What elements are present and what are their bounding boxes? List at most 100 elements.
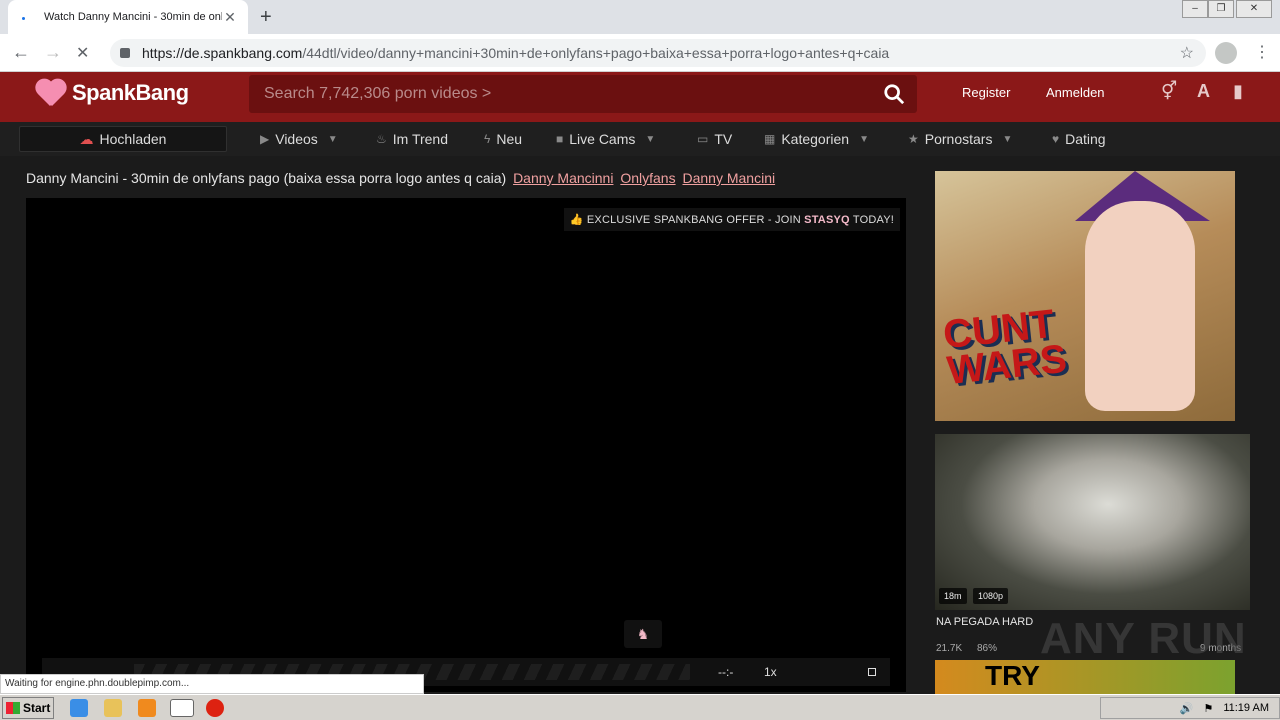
thumbs-up-icon: 👍 bbox=[569, 214, 584, 226]
nav-label: TV bbox=[714, 131, 733, 147]
forward-icon[interactable]: → bbox=[44, 42, 62, 63]
site-logo[interactable]: SpankBang bbox=[34, 78, 189, 108]
fullscreen-icon[interactable] bbox=[868, 668, 876, 676]
new-tab-button[interactable]: + bbox=[260, 6, 272, 29]
windows-logo-icon bbox=[6, 702, 20, 714]
start-button[interactable]: Start bbox=[2, 697, 54, 719]
bolt-icon: ϟ bbox=[484, 132, 491, 146]
ad-text: CUNT WARS bbox=[941, 302, 1069, 393]
quality-badge: 1080p bbox=[973, 588, 1009, 604]
chevron-down-icon: ▼ bbox=[1002, 133, 1013, 145]
playback-speed-button[interactable]: 1x bbox=[764, 665, 777, 679]
nav-label: Dating bbox=[1065, 131, 1106, 147]
tv-icon: ▭ bbox=[697, 132, 709, 146]
next-ad-banner[interactable]: TRY bbox=[935, 660, 1235, 694]
heart-logo-icon bbox=[34, 78, 68, 108]
lock-icon bbox=[120, 48, 130, 58]
nav-live-cams[interactable]: ■ Live Cams ▼ bbox=[556, 131, 655, 147]
minimize-button[interactable]: – bbox=[1182, 0, 1208, 18]
upload-button[interactable]: ☁ Hochladen bbox=[19, 126, 227, 152]
status-bar: Waiting for engine.phn.doublepimp.com... bbox=[0, 674, 424, 694]
chevron-down-icon: ▼ bbox=[645, 133, 656, 145]
offer-brand: STASYQ bbox=[804, 214, 850, 226]
thumbnail-views: 21.7K bbox=[936, 643, 963, 654]
system-tray: 🔊 ⚑ 11:19 AM bbox=[1100, 697, 1280, 719]
nav-label: Pornostars bbox=[924, 131, 993, 147]
main-nav: ☁ Hochladen ▶ Videos ▼ ♨ Im Trend ϟ Neu … bbox=[0, 122, 1280, 156]
media-player-icon[interactable] bbox=[138, 699, 156, 717]
nav-videos[interactable]: ▶ Videos ▼ bbox=[260, 131, 338, 147]
nav-pornstars[interactable]: ★ Pornostars ▼ bbox=[908, 131, 1012, 147]
sidebar-ad-banner[interactable]: CUNT WARS bbox=[935, 171, 1235, 421]
thumbnail-title[interactable]: NA PEGADA HARD bbox=[936, 616, 1033, 628]
nav-dating[interactable]: ♥ Dating bbox=[1052, 131, 1106, 147]
star-icon: ★ bbox=[908, 132, 919, 146]
exclusive-offer-banner[interactable]: 👍 EXCLUSIVE SPANKBANG OFFER - JOIN STASY… bbox=[563, 208, 900, 231]
nav-new[interactable]: ϟ Neu bbox=[484, 131, 522, 147]
tag-link[interactable]: Danny Mancinni bbox=[513, 170, 613, 186]
url-host: https://de.spankbang.com bbox=[142, 45, 303, 61]
nav-label: Im Trend bbox=[392, 131, 449, 147]
grid-icon: ▦ bbox=[764, 132, 776, 146]
browser-tab[interactable]: Watch Danny Mancini - 30min de onl ✕ bbox=[8, 0, 248, 34]
mobile-icon[interactable]: ▮ bbox=[1233, 81, 1243, 102]
offer-suffix: TODAY! bbox=[852, 214, 894, 226]
opera-icon[interactable] bbox=[206, 699, 224, 717]
site-header: SpankBang Search 7,742,306 porn videos >… bbox=[0, 72, 1280, 122]
language-icon[interactable]: A bbox=[1197, 81, 1210, 102]
player-logo-icon: ♞ bbox=[624, 620, 662, 648]
video-player[interactable]: 👍 EXCLUSIVE SPANKBANG OFFER - JOIN STASY… bbox=[26, 198, 906, 692]
ie-icon[interactable] bbox=[70, 699, 88, 717]
browser-menu-icon[interactable]: ⋮ bbox=[1254, 42, 1270, 62]
tag-link[interactable]: Danny Mancini bbox=[682, 170, 775, 186]
heart-icon: ♥ bbox=[1052, 132, 1060, 146]
nav-categories[interactable]: ▦ Kategorien ▼ bbox=[764, 131, 869, 147]
nav-label: Live Cams bbox=[569, 131, 636, 147]
login-link[interactable]: Anmelden bbox=[1046, 85, 1105, 100]
search-placeholder: Search 7,742,306 porn videos > bbox=[264, 85, 492, 102]
cloud-upload-icon: ☁ bbox=[79, 130, 94, 147]
stop-loading-icon[interactable]: ✕ bbox=[76, 43, 89, 63]
upload-label: Hochladen bbox=[99, 131, 167, 147]
search-input[interactable]: Search 7,742,306 porn videos > bbox=[249, 75, 917, 113]
time-display: --:- bbox=[718, 665, 734, 679]
close-window-button[interactable]: ✕ bbox=[1236, 0, 1272, 18]
address-bar[interactable]: https://de.spankbang.com/44dtl/video/dan… bbox=[110, 39, 1206, 67]
bookmark-star-icon[interactable]: ☆ bbox=[1180, 43, 1194, 63]
tag-link[interactable]: Onlyfans bbox=[620, 170, 675, 186]
orientation-icon[interactable]: ⚥ bbox=[1161, 81, 1177, 102]
url-path: /44dtl/video/danny+mancini+30min+de+only… bbox=[302, 45, 890, 61]
windows-taskbar: Start 🔊 ⚑ 11:19 AM bbox=[0, 694, 1280, 720]
search-icon[interactable] bbox=[883, 83, 905, 105]
back-icon[interactable]: ← bbox=[12, 42, 30, 63]
start-label: Start bbox=[23, 701, 51, 715]
browser-toolbar: ← → ✕ https://de.spankbang.com/44dtl/vid… bbox=[0, 34, 1280, 72]
nav-tv[interactable]: ▭ TV bbox=[697, 131, 732, 147]
folder-icon[interactable] bbox=[104, 699, 122, 717]
nav-label: Neu bbox=[496, 131, 523, 147]
tab-close-icon[interactable]: ✕ bbox=[222, 9, 238, 26]
video-thumbnail[interactable]: 18m 1080p bbox=[935, 434, 1250, 610]
restore-button[interactable]: ❐ bbox=[1208, 0, 1234, 18]
nav-trending[interactable]: ♨ Im Trend bbox=[376, 131, 448, 147]
flame-icon: ♨ bbox=[376, 132, 387, 146]
browser-tab-bar: Watch Danny Mancini - 30min de onl ✕ + –… bbox=[0, 0, 1280, 34]
video-title: Danny Mancini - 30min de onlyfans pago (… bbox=[26, 170, 507, 186]
chrome-icon[interactable] bbox=[170, 699, 194, 717]
camera-icon: ■ bbox=[556, 132, 564, 146]
chevron-down-icon: ▼ bbox=[859, 133, 869, 145]
thumbnail-rating: 86% bbox=[977, 643, 998, 654]
nav-label: Kategorien bbox=[781, 131, 850, 147]
register-link[interactable]: Register bbox=[962, 85, 1010, 100]
video-title-row: Danny Mancini - 30min de onlyfans pago (… bbox=[26, 170, 775, 186]
clock: 11:19 AM bbox=[1223, 702, 1269, 714]
ad-character-image bbox=[1085, 201, 1195, 411]
nav-label: Videos bbox=[275, 131, 318, 147]
offer-prefix: EXCLUSIVE SPANKBANG OFFER - JOIN bbox=[586, 214, 801, 226]
profile-avatar[interactable] bbox=[1215, 42, 1237, 64]
volume-icon[interactable]: 🔊 bbox=[1180, 702, 1194, 715]
logo-text: SpankBang bbox=[72, 80, 189, 105]
flag-icon[interactable]: ⚑ bbox=[1203, 702, 1213, 715]
play-icon: ▶ bbox=[260, 132, 270, 146]
anyrun-watermark: ANY RUN bbox=[1040, 614, 1247, 663]
